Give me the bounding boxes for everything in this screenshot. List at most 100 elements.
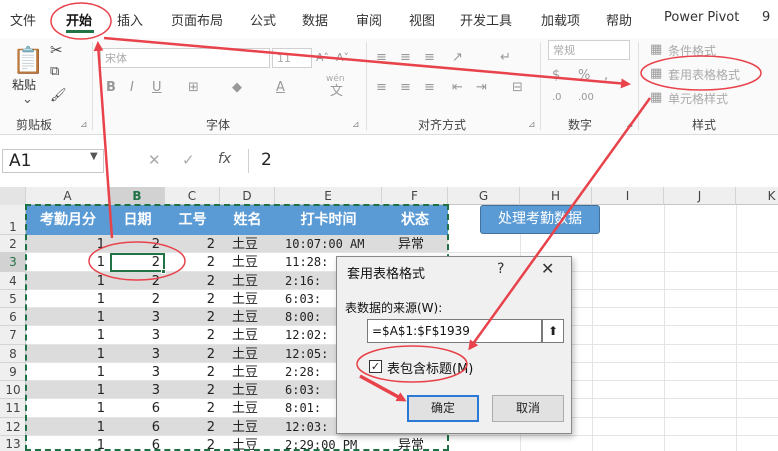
- border-icon[interactable]: ⊞: [188, 80, 199, 96]
- tab-help[interactable]: 帮助: [606, 10, 632, 29]
- chevron-down-icon[interactable]: ▼: [90, 151, 98, 162]
- format-painter-icon[interactable]: 🖌: [50, 88, 67, 104]
- close-icon[interactable]: ✕: [541, 259, 554, 278]
- align-top-icon[interactable]: ≡: [376, 50, 387, 66]
- tab-file[interactable]: 文件: [10, 10, 36, 29]
- column-header-c[interactable]: C: [165, 187, 220, 205]
- row-header-4[interactable]: 4: [0, 272, 26, 290]
- column-header-b[interactable]: B: [110, 187, 165, 205]
- copy-icon[interactable]: ⧉: [50, 64, 59, 80]
- dialog-launcher-icon[interactable]: ⊿: [528, 120, 536, 130]
- wrap-text-icon[interactable]: ↵: [500, 50, 511, 66]
- tab-insert[interactable]: 插入: [117, 10, 143, 29]
- underline-icon[interactable]: U: [152, 80, 162, 96]
- row-header-13[interactable]: 13: [0, 436, 26, 451]
- decrease-decimal-icon[interactable]: .00: [578, 90, 594, 106]
- active-cell-b3[interactable]: [110, 253, 165, 272]
- merge-center-icon[interactable]: ⊟: [512, 80, 523, 96]
- row-header-6[interactable]: 6: [0, 308, 26, 326]
- fill-color-icon[interactable]: ◆: [232, 80, 242, 96]
- align-center-icon[interactable]: ≡: [400, 80, 411, 96]
- tab-addins[interactable]: 加载项: [541, 10, 580, 29]
- chevron-down-icon[interactable]: ⌄: [22, 92, 33, 108]
- grow-font-icon[interactable]: A˄: [316, 50, 329, 66]
- help-icon[interactable]: ?: [497, 261, 504, 277]
- increase-decimal-icon[interactable]: .0: [552, 90, 562, 106]
- dialog-launcher-icon[interactable]: ⊿: [626, 120, 634, 130]
- row-header-10[interactable]: 10: [0, 381, 26, 399]
- phonetic-label[interactable]: wén: [326, 74, 345, 84]
- align-bottom-icon[interactable]: ≡: [424, 50, 435, 66]
- conditional-format-button[interactable]: 条件格式: [668, 42, 716, 59]
- italic-icon[interactable]: I: [130, 80, 134, 96]
- phonetic-icon[interactable]: 文: [330, 84, 343, 100]
- tab-page-layout[interactable]: 页面布局: [171, 10, 223, 29]
- paste-label[interactable]: 粘贴: [12, 76, 36, 93]
- column-header-k[interactable]: K: [736, 187, 778, 205]
- cancel-button[interactable]: 取消: [492, 395, 564, 422]
- row-header-11[interactable]: 11: [0, 399, 26, 418]
- font-name-box[interactable]: 宋体: [100, 48, 270, 68]
- column-header-i[interactable]: I: [592, 187, 664, 205]
- table-format-icon[interactable]: ▦: [650, 66, 662, 82]
- dialog-launcher-icon[interactable]: ⊿: [80, 120, 88, 130]
- row-header-3[interactable]: 3: [0, 253, 26, 272]
- collapse-dialog-icon[interactable]: ⬆: [542, 319, 564, 343]
- row-header-2[interactable]: 2: [0, 235, 26, 253]
- bold-icon[interactable]: B: [106, 80, 116, 96]
- conditional-format-icon[interactable]: ▦: [650, 42, 662, 58]
- format-as-table-button[interactable]: 套用表格格式: [668, 66, 740, 83]
- tab-view[interactable]: 视图: [409, 10, 435, 29]
- source-range-input[interactable]: =$A$1:$F$1939: [367, 319, 542, 343]
- ok-button[interactable]: 确定: [407, 395, 479, 422]
- percent-icon[interactable]: %: [578, 68, 590, 84]
- column-header-a[interactable]: A: [26, 187, 110, 205]
- process-attendance-button[interactable]: 处理考勤数据: [480, 205, 600, 234]
- select-all-corner[interactable]: [0, 187, 26, 205]
- number-format-box[interactable]: 常规: [548, 40, 630, 60]
- column-header-h[interactable]: H: [520, 187, 592, 205]
- row-header-7[interactable]: 7: [0, 326, 26, 345]
- comma-icon[interactable]: ,: [604, 68, 608, 84]
- cancel-entry-icon[interactable]: ✕: [148, 151, 161, 169]
- currency-icon[interactable]: $: [552, 68, 560, 84]
- decrease-indent-icon[interactable]: ⇤: [452, 80, 463, 96]
- orientation-icon[interactable]: ↗: [452, 50, 463, 66]
- dialog-launcher-icon[interactable]: ⊿: [352, 120, 360, 130]
- paste-icon[interactable]: 📋: [12, 44, 44, 78]
- row-header-1[interactable]: 1: [0, 205, 26, 235]
- row-header-12[interactable]: 12: [0, 418, 26, 436]
- insert-function-icon[interactable]: fx: [218, 151, 231, 167]
- tab-more[interactable]: 9: [762, 10, 770, 25]
- column-header-d[interactable]: D: [220, 187, 275, 205]
- tab-formulas[interactable]: 公式: [250, 10, 276, 29]
- shrink-font-icon[interactable]: A˅: [336, 50, 349, 66]
- tab-power-pivot[interactable]: Power Pivot: [664, 10, 739, 25]
- font-color-icon[interactable]: A: [276, 80, 285, 96]
- has-headers-label[interactable]: 表包含标题(M): [387, 358, 473, 377]
- cell-style-icon[interactable]: ▦: [650, 90, 662, 106]
- column-header-j[interactable]: J: [664, 187, 736, 205]
- has-headers-checkbox[interactable]: ✓: [369, 360, 382, 373]
- row-header-8[interactable]: 8: [0, 345, 26, 363]
- fill-handle[interactable]: [161, 269, 166, 274]
- cut-icon[interactable]: ✂: [50, 42, 63, 58]
- row-header-5[interactable]: 5: [0, 290, 26, 308]
- name-box[interactable]: A1: [2, 149, 104, 173]
- align-left-icon[interactable]: ≡: [376, 80, 387, 96]
- tab-developer[interactable]: 开发工具: [460, 10, 512, 29]
- cell-styles-button[interactable]: 单元格样式: [668, 90, 728, 107]
- formula-input[interactable]: 2: [248, 149, 778, 173]
- tab-data[interactable]: 数据: [302, 10, 328, 29]
- confirm-entry-icon[interactable]: ✓: [182, 151, 195, 169]
- align-right-icon[interactable]: ≡: [424, 80, 435, 96]
- increase-indent-icon[interactable]: ⇥: [476, 80, 487, 96]
- align-middle-icon[interactable]: ≡: [400, 50, 411, 66]
- row-header-9[interactable]: 9: [0, 363, 26, 381]
- tab-home[interactable]: 开始: [66, 10, 92, 29]
- column-header-g[interactable]: G: [448, 187, 520, 205]
- column-header-e[interactable]: E: [275, 187, 382, 205]
- column-header-f[interactable]: F: [382, 187, 448, 205]
- font-size-box[interactable]: 11: [272, 48, 312, 68]
- tab-review[interactable]: 审阅: [356, 10, 382, 29]
